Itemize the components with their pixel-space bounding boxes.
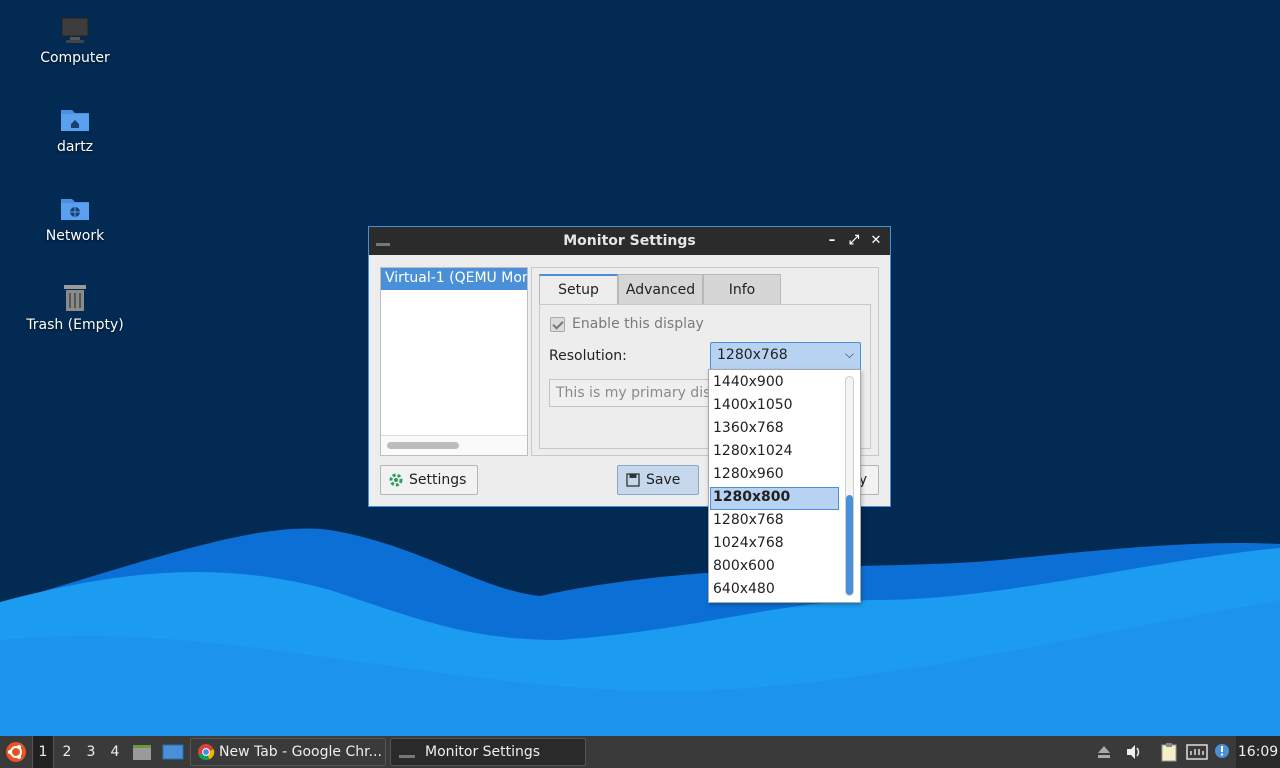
resolution-select[interactable]: 1280x768 ⌵	[710, 342, 861, 370]
task-chrome-label: New Tab - Google Chr...	[219, 744, 382, 760]
scrollbar-thumb[interactable]	[387, 442, 459, 449]
output-item-virtual-1[interactable]: Virtual-1 (QEMU Mon	[381, 268, 527, 290]
settings-button[interactable]: Settings	[380, 465, 478, 495]
task-monitor-settings-label: Monitor Settings	[425, 744, 541, 760]
output-list[interactable]: Virtual-1 (QEMU Mon	[380, 267, 528, 456]
notification-tray-button[interactable]	[1212, 736, 1232, 768]
chrome-icon	[198, 744, 215, 761]
minimize-button[interactable]: –	[824, 233, 840, 249]
resolution-label: Resolution:	[549, 348, 627, 364]
resolution-option[interactable]: 1440x900	[709, 372, 860, 395]
resolution-option[interactable]: 1280x1024	[709, 441, 860, 464]
workspace-3[interactable]: 3	[80, 736, 102, 768]
save-button-label: Save	[646, 472, 681, 488]
ubuntu-logo-icon	[6, 742, 26, 762]
resolution-options: 1440x900 1400x1050 1360x768 1280x1024 12…	[709, 370, 860, 602]
volume-tray-button[interactable]	[1124, 736, 1144, 768]
close-button[interactable]: ✕	[868, 233, 884, 249]
workspace-2[interactable]: 2	[56, 736, 78, 768]
primary-display-checkbox[interactable]: This is my primary disp	[549, 379, 719, 407]
desktop-icon-label: dartz	[56, 139, 94, 155]
trash-icon	[64, 285, 86, 311]
monitor-icon	[376, 243, 390, 246]
clock[interactable]: 16:09	[1236, 736, 1280, 768]
scrollbar-thumb[interactable]	[846, 495, 853, 595]
workspace-1[interactable]: 1	[32, 736, 54, 768]
resolution-option[interactable]: 1024x768	[709, 533, 860, 556]
home-folder-icon	[61, 110, 89, 131]
chevron-down-icon: ⌵	[844, 347, 854, 361]
enable-display-label: Enable this display	[572, 316, 704, 332]
desktop-icon-label: Trash (Empty)	[26, 317, 124, 333]
show-desktop-button[interactable]	[161, 736, 185, 768]
volume-icon	[1127, 745, 1140, 759]
resolution-option-highlighted[interactable]: 1280x800	[710, 487, 839, 510]
task-monitor-settings[interactable]: Monitor Settings	[390, 738, 586, 766]
file-manager-launcher[interactable]	[131, 736, 153, 768]
clipboard-tray-button[interactable]	[1158, 736, 1180, 768]
resolution-option[interactable]: 1360x768	[709, 418, 860, 441]
network-folder-icon	[61, 199, 89, 220]
computer-icon	[61, 17, 89, 43]
monitor-icon	[399, 755, 415, 758]
tab-advanced[interactable]: Advanced	[618, 274, 703, 304]
eject-tray-button[interactable]	[1094, 736, 1114, 768]
enable-display-checkbox[interactable]	[550, 316, 565, 332]
save-button[interactable]: Save	[617, 465, 699, 495]
settings-button-label: Settings	[409, 472, 467, 488]
tab-setup[interactable]: Setup	[539, 274, 618, 304]
resolution-option[interactable]: 640x480	[709, 579, 860, 602]
enable-display-row[interactable]: Enable this display	[550, 316, 704, 332]
desktop-icon-dartz[interactable]: dartz	[15, 103, 135, 155]
desktop-icon-trash[interactable]: Trash (Empty)	[15, 281, 135, 333]
notification-icon	[1215, 744, 1229, 758]
resolution-option[interactable]: 800x600	[709, 556, 860, 579]
eject-icon	[1098, 746, 1110, 758]
taskbar: 1 2 3 4 New Tab - Google Chr... Monitor …	[0, 736, 1280, 768]
maximize-button[interactable]: ⤢	[846, 233, 862, 249]
resolution-option[interactable]: 1280x768	[709, 510, 860, 533]
workspace-4[interactable]: 4	[104, 736, 126, 768]
desktop-icon-label: Network	[45, 228, 105, 244]
resolution-dropdown[interactable]: 1440x900 1400x1050 1360x768 1280x1024 12…	[708, 369, 861, 603]
start-menu-button[interactable]	[2, 736, 30, 768]
desktop-icon-computer[interactable]: Computer	[15, 14, 135, 66]
resolution-value: 1280x768	[717, 347, 788, 363]
desktop-icon-label: Computer	[40, 50, 110, 66]
output-list-scrollbar[interactable]	[381, 435, 527, 455]
floppy-disk-icon	[626, 473, 640, 487]
gear-icon	[389, 473, 403, 487]
tab-info[interactable]: Info	[703, 274, 781, 304]
clipboard-icon	[1161, 743, 1177, 762]
dropdown-scrollbar[interactable]	[845, 376, 854, 596]
network-tray-button[interactable]	[1185, 736, 1209, 768]
tab-bar: Setup Advanced Info	[539, 274, 781, 304]
window-titlebar[interactable]: Monitor Settings – ⤢ ✕	[369, 227, 890, 255]
resolution-option[interactable]: 1280x960	[709, 464, 860, 487]
file-manager-icon	[133, 745, 151, 760]
resolution-option[interactable]: 1400x1050	[709, 395, 860, 418]
desktop-icon-network[interactable]: Network	[15, 192, 135, 244]
task-chrome[interactable]: New Tab - Google Chr...	[190, 738, 386, 766]
desktop-icon	[162, 744, 184, 760]
network-icon	[1186, 744, 1208, 760]
window-title: Monitor Settings	[563, 233, 696, 249]
